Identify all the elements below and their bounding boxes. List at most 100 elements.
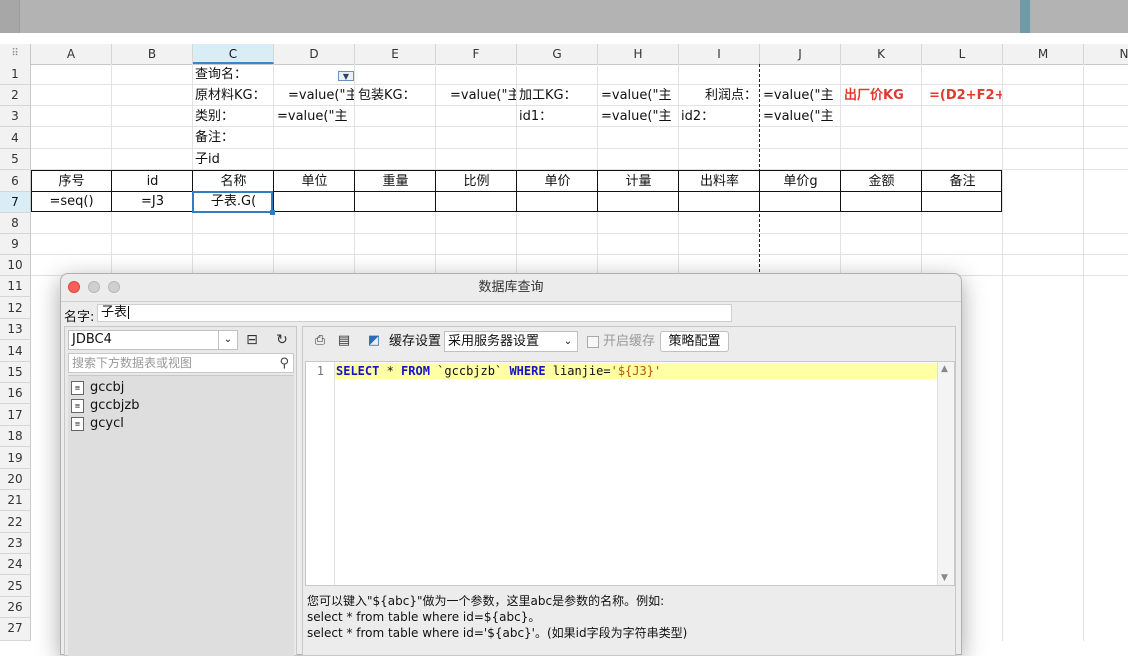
tree-item-table[interactable]: ≡ gcycl (71, 415, 124, 433)
refresh-icon[interactable]: ↻ (271, 330, 293, 350)
table-header-cell[interactable]: 单位 (274, 171, 355, 192)
cell-d3[interactable]: =value("主 (277, 106, 353, 127)
table-header-cell[interactable]: 名称 (193, 171, 274, 192)
cell-j2[interactable]: =value("主 (763, 85, 839, 106)
row-header-26[interactable]: 26 (0, 597, 31, 618)
cell-e2[interactable]: 包装KG： (358, 85, 416, 106)
sql-editor[interactable]: 1 SELECT * FROM `gccbjzb` WHERE lianjie=… (305, 361, 955, 586)
cell-a7[interactable]: =seq() (31, 192, 112, 212)
column-header-d[interactable]: D (274, 44, 355, 64)
cell-c4[interactable]: 备注： (195, 127, 234, 148)
select-all-corner[interactable]: ⠿ (0, 44, 31, 64)
table-header-cell[interactable]: 备注 (922, 171, 1003, 192)
tree-item-table[interactable]: ≡ gccbj (71, 379, 124, 397)
table-header-cell[interactable]: 重量 (355, 171, 436, 192)
table-preview-icon[interactable]: ⊟ (241, 330, 263, 350)
policy-config-button[interactable]: 策略配置 (660, 331, 729, 352)
table-header-cell[interactable]: 序号 (31, 171, 112, 192)
row-header-1[interactable]: 1 (0, 64, 31, 85)
column-header-f[interactable]: F (436, 44, 517, 64)
scroll-up-icon[interactable]: ▲ (941, 364, 948, 374)
cell-c5[interactable]: 子id (195, 149, 220, 170)
cell-g3[interactable]: id1： (519, 106, 552, 127)
cache-mode-select[interactable]: 采用服务器设置 ⌄ (444, 331, 578, 352)
scroll-down-icon[interactable]: ▼ (941, 573, 948, 583)
cell-i3[interactable]: id2： (681, 106, 714, 127)
row-header-6[interactable]: 6 (0, 170, 31, 192)
row-header-23[interactable]: 23 (0, 533, 31, 554)
fill-handle[interactable] (270, 210, 275, 215)
cell-g2[interactable]: 加工KG： (519, 85, 577, 106)
column-header-i[interactable]: I (679, 44, 760, 64)
cell-h2[interactable]: =value("主 (601, 85, 677, 106)
column-header-k[interactable]: K (841, 44, 922, 64)
column-header-a[interactable]: A (31, 44, 112, 64)
row-header-19[interactable]: 19 (0, 447, 31, 469)
cell-j3[interactable]: =value("主 (763, 106, 839, 127)
column-header-j[interactable]: J (760, 44, 841, 64)
table-header-cell[interactable]: id (112, 171, 193, 192)
row-header-18[interactable]: 18 (0, 426, 31, 447)
row-header-22[interactable]: 22 (0, 511, 31, 533)
table-header-cell[interactable]: 金额 (841, 171, 922, 192)
datasource-select[interactable]: JDBC4 ⌄ (68, 330, 238, 350)
cache-settings-icon[interactable]: ◩ (365, 332, 383, 350)
table-header-cell[interactable]: 单价 (517, 171, 598, 192)
editor-scrollbar[interactable]: ▲ ▼ (937, 362, 954, 585)
row-header-16[interactable]: 16 (0, 383, 31, 404)
cell-l2[interactable]: =(D2+F2+ (929, 85, 1002, 106)
table-header-cell[interactable]: 计量 (598, 171, 679, 192)
column-header-m[interactable]: M (1003, 44, 1084, 64)
table-header-cell[interactable]: 比例 (436, 171, 517, 192)
row-header-24[interactable]: 24 (0, 554, 31, 575)
table-header-cell[interactable]: 单价g (760, 171, 841, 192)
row-header-2[interactable]: 2 (0, 85, 31, 106)
row-header-17[interactable]: 17 (0, 404, 31, 426)
enable-cache-checkbox[interactable] (587, 336, 599, 348)
row-header-20[interactable]: 20 (0, 469, 31, 490)
row-header-5[interactable]: 5 (0, 149, 31, 170)
minimize-window-button[interactable] (88, 281, 100, 293)
tree-item-table[interactable]: ≡ gccbjzb (71, 397, 140, 415)
row-header-15[interactable]: 15 (0, 362, 31, 383)
row-header-9[interactable]: 9 (0, 234, 31, 255)
row-header-3[interactable]: 3 (0, 106, 31, 127)
cell-b7[interactable]: =J3 (112, 192, 193, 212)
cell-d2[interactable]: =value("主 (288, 85, 354, 106)
column-header-h[interactable]: H (598, 44, 679, 64)
column-header-g[interactable]: G (517, 44, 598, 64)
cell-c1[interactable]: 查询名： (195, 64, 247, 85)
cell-f2[interactable]: =value("主 (450, 85, 516, 106)
row-header-27[interactable]: 27 (0, 618, 31, 641)
row-header-7[interactable]: 7 (0, 192, 31, 213)
row-header-12[interactable]: 12 (0, 297, 31, 319)
preview-icon[interactable]: ⎙ (311, 332, 329, 350)
column-header-e[interactable]: E (355, 44, 436, 64)
name-input[interactable]: 子表 (97, 304, 732, 322)
zoom-window-button[interactable] (108, 281, 120, 293)
cell-c2[interactable]: 原材料KG： (195, 85, 266, 106)
column-header-c[interactable]: C (193, 44, 274, 64)
row-header-21[interactable]: 21 (0, 490, 31, 511)
cell-h3[interactable]: =value("主 (601, 106, 677, 127)
row-header-14[interactable]: 14 (0, 340, 31, 362)
save-icon[interactable]: ▤ (335, 332, 353, 350)
dialog-titlebar[interactable]: 数据库查询 (61, 274, 961, 302)
row-header-11[interactable]: 11 (0, 276, 31, 297)
row-header-10[interactable]: 10 (0, 255, 31, 276)
table-header-cell[interactable]: 出料率 (679, 171, 760, 192)
column-header-l[interactable]: L (922, 44, 1003, 64)
cell-k2[interactable]: 出厂价KG (844, 85, 904, 106)
row-header-8[interactable]: 8 (0, 213, 31, 234)
sql-code-line[interactable]: SELECT * FROM `gccbjzb` WHERE lianjie='$… (336, 364, 661, 378)
search-icon[interactable]: ⚲ (279, 355, 289, 373)
row-header-4[interactable]: 4 (0, 127, 31, 149)
table-search-input[interactable]: 搜索下方数据表或视图 ⚲ (68, 353, 294, 373)
dropdown-marker-icon[interactable]: ▼ (338, 71, 354, 81)
column-header-n[interactable]: N (1084, 44, 1128, 64)
close-window-button[interactable] (68, 281, 80, 293)
row-header-25[interactable]: 25 (0, 575, 31, 597)
cell-c3[interactable]: 类别： (195, 106, 234, 127)
cell-i2[interactable]: 利润点： (705, 85, 757, 106)
row-header-13[interactable]: 13 (0, 319, 31, 340)
